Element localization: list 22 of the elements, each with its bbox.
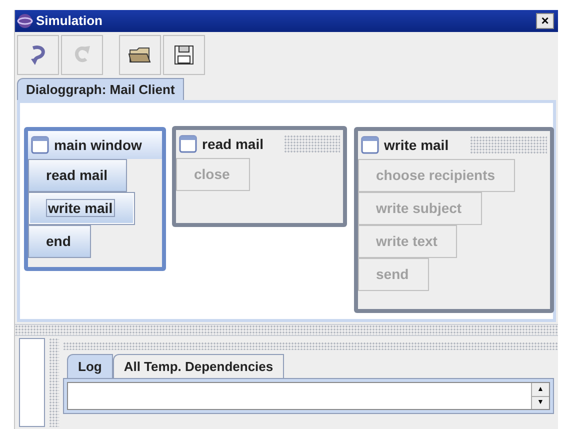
tab[interactable]: Dialoggraph: Mail Client xyxy=(17,78,184,100)
tab[interactable]: All Temp. Dependencies xyxy=(112,354,284,378)
node-title: main window xyxy=(28,131,162,159)
state-button[interactable]: end xyxy=(28,225,91,258)
splitter-bar[interactable] xyxy=(49,338,59,427)
close-button[interactable]: × xyxy=(536,13,554,29)
window-icon xyxy=(31,136,49,154)
drag-grip[interactable] xyxy=(284,135,340,153)
folder-icon xyxy=(128,45,152,65)
undo-icon xyxy=(28,44,48,66)
splitter-bar[interactable] xyxy=(15,324,558,336)
state-button[interactable]: write mail xyxy=(28,192,135,225)
toolbar-button[interactable] xyxy=(119,35,161,75)
toolbar-button[interactable] xyxy=(163,35,205,75)
drag-grip[interactable] xyxy=(63,342,558,350)
drag-grip[interactable] xyxy=(470,136,547,154)
window-icon xyxy=(361,136,379,154)
window-icon xyxy=(179,135,197,153)
window-title: Simulation xyxy=(36,12,102,30)
state-button[interactable]: read mail xyxy=(28,159,128,192)
app-icon xyxy=(17,13,33,29)
tab[interactable]: Log xyxy=(67,354,113,378)
